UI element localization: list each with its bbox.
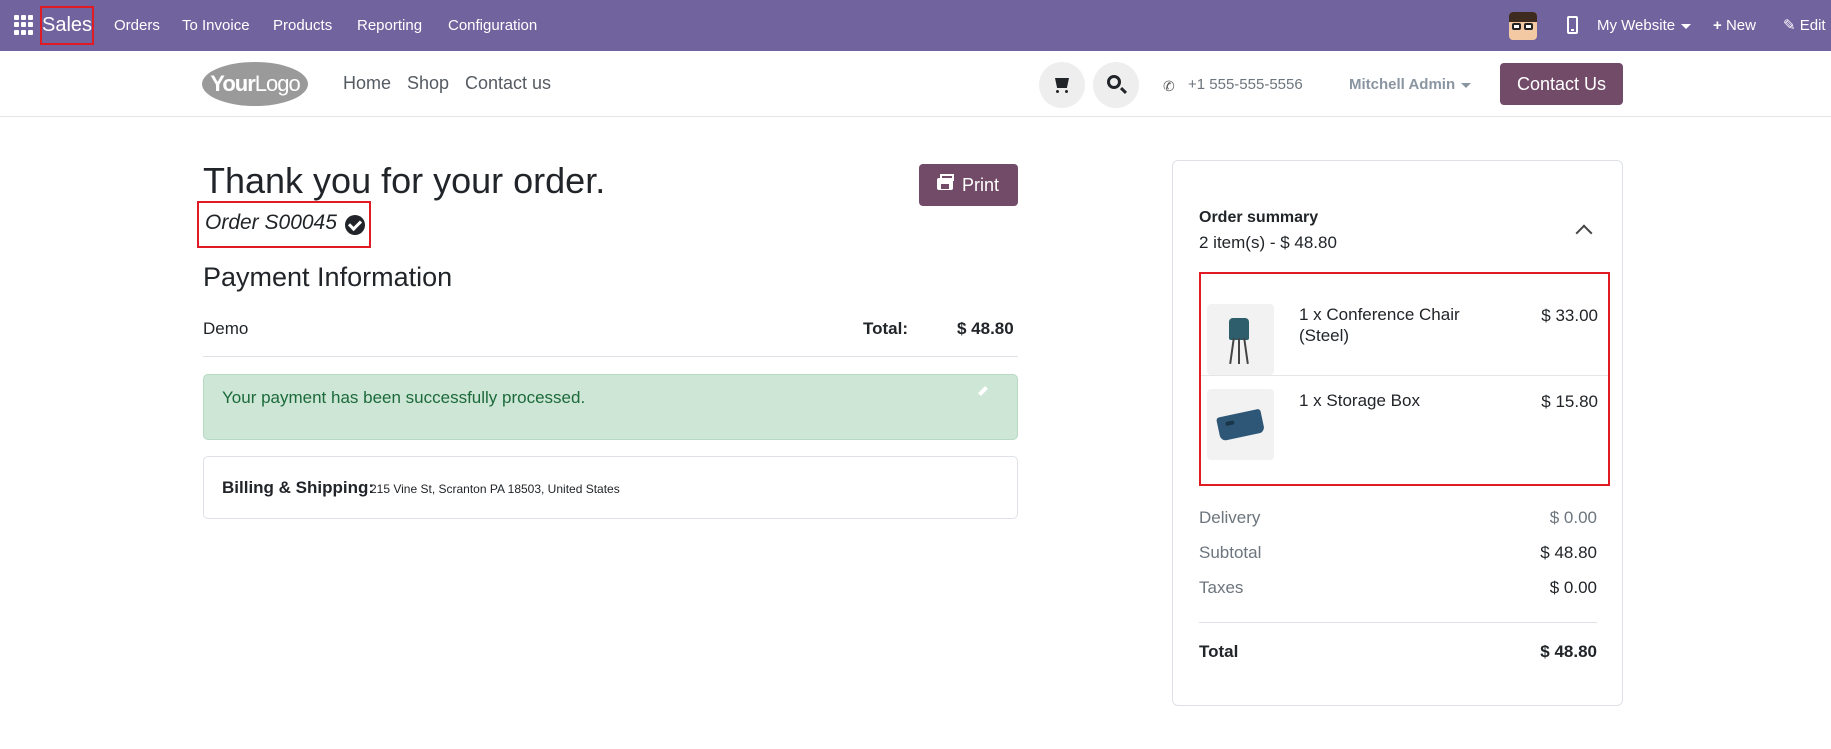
menu-products[interactable]: Products: [273, 0, 332, 51]
printer-icon: [937, 174, 954, 190]
cart-button[interactable]: [1039, 62, 1085, 108]
nav-home[interactable]: Home: [343, 73, 391, 94]
chevron-down-icon: [1461, 82, 1472, 88]
list-item: 1 x Storage Box $ 15.80: [1201, 376, 1608, 478]
print-label: Print: [962, 175, 1000, 195]
order-summary-card: Order summary 2 item(s) - $ 48.80 1 x Co…: [1172, 160, 1623, 706]
logo-bold-text: Your: [210, 71, 255, 96]
logo-thin-text: Logo: [254, 71, 301, 96]
order-summary-title: Order summary: [1199, 209, 1319, 226]
edit-button[interactable]: ✎ Edit: [1783, 0, 1826, 51]
item-name: 1 x Storage Box: [1299, 391, 1420, 410]
payment-total-value: $ 48.80: [957, 319, 1014, 338]
order-reference: Order S00045: [197, 201, 371, 248]
contact-us-button[interactable]: Contact Us: [1500, 63, 1623, 105]
billing-address: 215 Vine St, Scranton PA 18503, United S…: [370, 482, 620, 496]
subtotal-label: Subtotal: [1199, 543, 1262, 562]
search-button[interactable]: [1093, 62, 1139, 108]
website-header: YourLogo Home Shop Contact us ✆ +1 555-5…: [0, 51, 1831, 117]
menu-to-invoice[interactable]: To Invoice: [182, 0, 250, 51]
website-switcher[interactable]: My Website: [1597, 0, 1692, 51]
cart-icon: [1055, 78, 1069, 88]
taxes-label: Taxes: [1199, 578, 1244, 597]
cart-wheels-icon: [1056, 90, 1068, 93]
mobile-preview-icon[interactable]: [1567, 16, 1578, 34]
alert-text: Your payment has been successfully proce…: [222, 388, 586, 407]
billing-shipping-label: Billing & Shipping:: [222, 478, 375, 497]
edit-label: Edit: [1799, 17, 1826, 34]
conference-chair-image: [1207, 304, 1274, 375]
divider: [203, 356, 1018, 357]
user-avatar[interactable]: [1509, 12, 1537, 40]
billing-shipping-card: Billing & Shipping: 215 Vine St, Scranto…: [203, 456, 1018, 519]
delivery-value: $ 0.00: [1549, 508, 1597, 527]
order-items-list: 1 x Conference Chair (Steel) $ 33.00 1 x…: [1199, 272, 1610, 486]
plus-icon: +: [1713, 17, 1722, 34]
app-name-sales[interactable]: Sales: [40, 6, 94, 45]
menu-configuration[interactable]: Configuration: [448, 0, 537, 51]
website-name: My Website: [1597, 17, 1676, 34]
payment-success-alert: Your payment has been successfully proce…: [203, 374, 1018, 440]
payment-information-heading: Payment Information: [203, 262, 453, 292]
payment-method: Demo: [203, 319, 249, 338]
admin-topbar: Sales Orders To Invoice Products Reporti…: [0, 0, 1831, 51]
total-value: $ 48.80: [1540, 642, 1597, 661]
pencil-icon: ✎: [1783, 17, 1796, 34]
list-item: 1 x Conference Chair (Steel) $ 33.00: [1201, 274, 1608, 376]
order-summary-subtitle: 2 item(s) - $ 48.80: [1199, 233, 1337, 252]
item-price: $ 15.80: [1541, 392, 1598, 411]
site-logo[interactable]: YourLogo: [202, 62, 308, 106]
menu-orders[interactable]: Orders: [114, 0, 160, 51]
order-number: Order S00045: [205, 211, 337, 234]
print-button[interactable]: Print: [919, 164, 1018, 206]
item-price: $ 33.00: [1541, 306, 1598, 325]
payment-total-label: Total:: [863, 319, 909, 338]
new-button[interactable]: + New: [1713, 0, 1756, 51]
nav-shop[interactable]: Shop: [407, 73, 449, 94]
chevron-up-icon[interactable]: [1575, 224, 1593, 242]
search-icon: [1107, 75, 1121, 89]
subtotal-value: $ 48.80: [1540, 543, 1597, 562]
check-circle-icon: [345, 215, 365, 235]
phone-number[interactable]: +1 555-555-5556: [1188, 76, 1303, 93]
pencil-icon[interactable]: [978, 386, 988, 396]
divider: [1199, 622, 1597, 623]
phone-icon: ✆: [1163, 78, 1175, 94]
user-menu[interactable]: Mitchell Admin: [1349, 76, 1472, 93]
delivery-label: Delivery: [1199, 508, 1261, 527]
user-name: Mitchell Admin: [1349, 76, 1456, 93]
chevron-down-icon: [1681, 23, 1692, 29]
page-title: Thank you for your order.: [203, 160, 606, 201]
item-name: 1 x Conference Chair (Steel): [1299, 305, 1460, 345]
apps-menu-icon[interactable]: [14, 15, 34, 35]
storage-box-image: [1207, 389, 1274, 460]
menu-reporting[interactable]: Reporting: [357, 0, 422, 51]
new-label: New: [1725, 17, 1756, 34]
total-label: Total: [1199, 642, 1239, 661]
nav-contact-us[interactable]: Contact us: [465, 73, 551, 94]
taxes-value: $ 0.00: [1549, 578, 1597, 597]
